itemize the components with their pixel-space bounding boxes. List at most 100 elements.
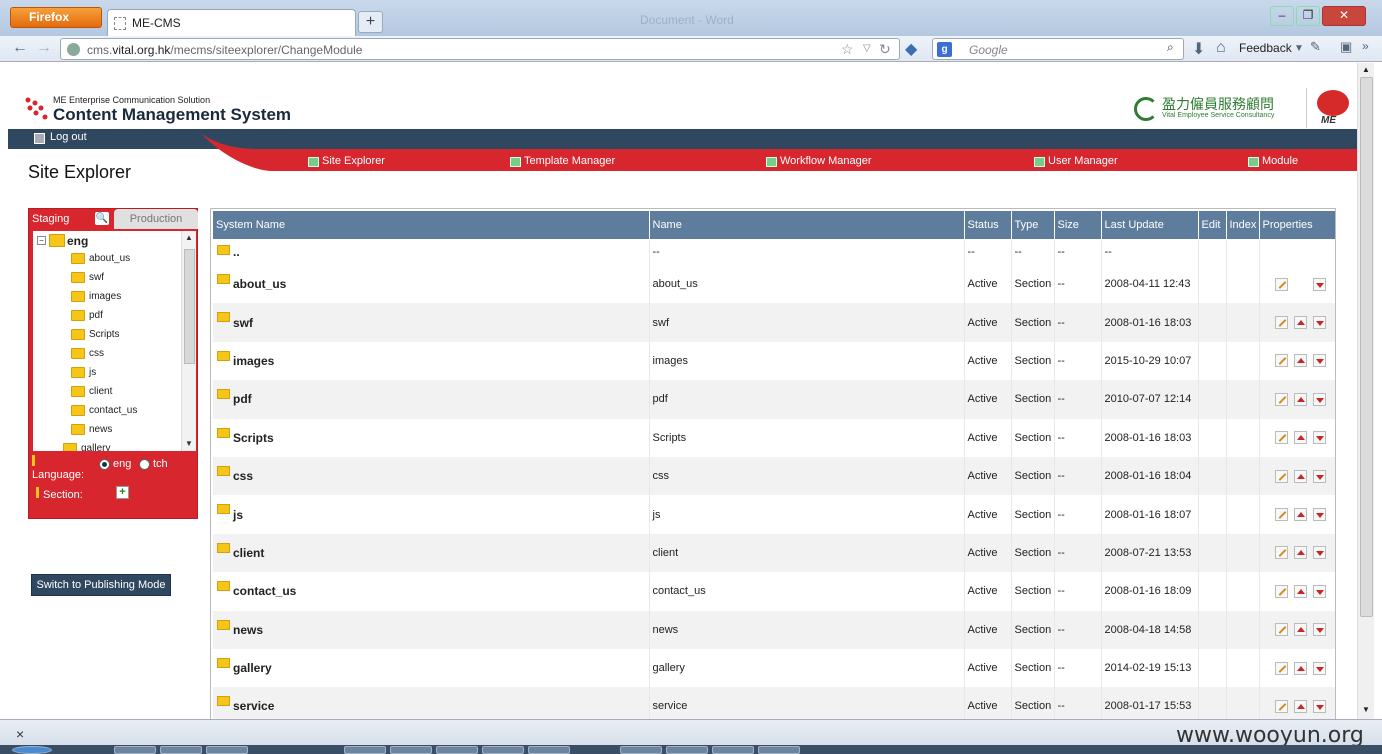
site-identity-icon[interactable] (67, 43, 80, 56)
table-row[interactable]: pdf pdf Active Section -- 2010-07-07 12:14 (213, 380, 1335, 419)
new-tab-button[interactable]: + (358, 11, 383, 33)
move-down-icon[interactable] (1312, 316, 1326, 330)
edit-properties-icon[interactable] (1274, 508, 1288, 522)
taskbar-button[interactable] (206, 746, 248, 754)
move-up-icon[interactable] (1293, 316, 1307, 330)
tree-root-eng[interactable]: − eng (37, 234, 88, 250)
taskbar-button[interactable] (390, 746, 432, 754)
menu-module[interactable]: Module (1248, 155, 1298, 167)
move-up-icon[interactable] (1293, 661, 1307, 675)
table-row[interactable]: images images Active Section -- 2015-10-29 10… (213, 341, 1335, 381)
taskbar-button[interactable] (712, 746, 754, 754)
close-window-icon[interactable]: ✕ (1322, 6, 1366, 26)
lang-tch-radio[interactable]: tch (139, 458, 168, 470)
table-row[interactable]: js js Active Section -- 2008-01-16 18:07 (213, 495, 1335, 534)
edit-properties-icon[interactable] (1274, 584, 1288, 598)
add-section-icon[interactable]: + (116, 486, 129, 499)
move-up-icon[interactable] (1293, 354, 1307, 368)
scroll-up-icon[interactable]: ▲ (185, 233, 193, 242)
page-scroll-thumb[interactable] (1360, 77, 1373, 617)
feedback-button[interactable]: Feedback (1239, 41, 1292, 55)
addon-bar-icon[interactable]: ▣ (1340, 39, 1352, 55)
cell-system-name[interactable]: service (213, 687, 650, 719)
move-down-icon[interactable] (1312, 431, 1326, 445)
table-row[interactable]: news news Active Section -- 2008-04-18 14:58 (213, 610, 1335, 649)
parent-folder-row[interactable]: .. -- -- -- -- -- (213, 239, 1335, 265)
restore-window-icon[interactable]: ❐ (1296, 6, 1320, 26)
home-icon[interactable]: ⌂ (1216, 39, 1226, 57)
cell-system-name[interactable]: .. (213, 239, 650, 265)
page-scrollbar[interactable]: ▲ ▼ (1357, 63, 1374, 719)
logout-link[interactable]: Log out (34, 131, 87, 144)
minimize-window-icon[interactable]: – (1270, 6, 1294, 26)
col-status[interactable]: Status (964, 211, 1012, 239)
taskbar-button[interactable] (114, 746, 156, 754)
search-magnifier-icon[interactable]: ⌕ (1167, 40, 1174, 55)
edit-properties-icon[interactable] (1274, 316, 1288, 330)
page-scroll-down-icon[interactable]: ▼ (1362, 705, 1370, 714)
move-down-icon[interactable] (1312, 584, 1326, 598)
move-down-icon[interactable] (1312, 623, 1326, 637)
switch-publishing-mode-button[interactable]: Switch to Publishing Mode (31, 574, 171, 596)
edit-properties-icon[interactable] (1274, 392, 1288, 406)
menu-template-manager[interactable]: Template Manager (510, 155, 615, 167)
col-type[interactable]: Type (1011, 211, 1055, 239)
cell-system-name[interactable]: about_us (213, 265, 650, 304)
cell-system-name[interactable]: client (213, 533, 650, 573)
table-row[interactable]: client client Active Section -- 2008-07-21 13… (213, 533, 1335, 573)
cell-system-name[interactable]: gallery (213, 648, 650, 688)
edit-properties-icon[interactable] (1274, 431, 1288, 445)
cell-system-name[interactable]: contact_us (213, 572, 650, 611)
cell-system-name[interactable]: Scripts (213, 418, 650, 457)
move-down-icon[interactable] (1312, 661, 1326, 675)
edit-properties-icon[interactable] (1274, 277, 1288, 291)
tab-production[interactable]: Production (114, 209, 198, 229)
col-system-name[interactable]: System Name (213, 211, 650, 239)
browser-tab[interactable]: ME-CMS (107, 9, 356, 36)
edit-properties-icon[interactable] (1274, 623, 1288, 637)
tree-scrollbar[interactable]: ▲ ▼ (181, 231, 196, 451)
table-row[interactable]: about_us about_us Active Section -- 2008-04-1… (213, 265, 1335, 304)
tree-item[interactable]: about_us (71, 251, 130, 268)
menu-site-explorer[interactable]: Site Explorer (308, 155, 385, 167)
taskbar-button[interactable] (620, 746, 662, 754)
taskbar-button[interactable] (482, 746, 524, 754)
move-down-icon[interactable] (1312, 277, 1326, 291)
edit-properties-icon[interactable] (1274, 546, 1288, 560)
tree-scroll-thumb[interactable] (184, 249, 195, 364)
history-dropdown-icon[interactable]: ▽ (863, 43, 871, 54)
address-bar[interactable]: cms.vital.org.hk/mecms/siteexplorer/Chan… (60, 38, 900, 60)
tree-item[interactable]: Scripts (71, 327, 120, 344)
move-up-icon[interactable] (1293, 508, 1307, 522)
toolbar-overflow-icon[interactable]: » (1362, 39, 1369, 53)
edit-properties-icon[interactable] (1274, 699, 1288, 713)
move-up-icon[interactable] (1293, 469, 1307, 483)
table-row[interactable]: contact_us contact_us Active Section -- 2008-… (213, 572, 1335, 611)
col-last-update[interactable]: Last Update (1101, 211, 1199, 239)
edit-properties-icon[interactable] (1274, 354, 1288, 368)
move-down-icon[interactable] (1312, 508, 1326, 522)
firefox-menu-button[interactable]: Firefox (10, 7, 102, 28)
tree-item[interactable]: swf (71, 270, 104, 287)
move-down-icon[interactable] (1312, 354, 1326, 368)
taskbar-button[interactable] (436, 746, 478, 754)
addon-icon[interactable]: ◆ (905, 39, 917, 59)
table-row[interactable]: Scripts Scripts Active Section -- 2008-01-16 … (213, 418, 1335, 457)
tree-item[interactable]: contact_us (71, 403, 137, 420)
move-down-icon[interactable] (1312, 469, 1326, 483)
move-down-icon[interactable] (1312, 699, 1326, 713)
tab-staging[interactable]: Staging 🔍 (29, 209, 113, 229)
page-scroll-up-icon[interactable]: ▲ (1362, 65, 1370, 74)
search-icon[interactable]: 🔍 (95, 212, 109, 225)
move-up-icon[interactable] (1293, 699, 1307, 713)
move-up-icon[interactable] (1293, 546, 1307, 560)
tools-icon[interactable]: ✎ (1310, 39, 1321, 55)
move-down-icon[interactable] (1312, 392, 1326, 406)
tree-item[interactable]: gallery (63, 441, 110, 451)
move-up-icon[interactable] (1293, 392, 1307, 406)
edit-properties-icon[interactable] (1274, 469, 1288, 483)
collapse-icon[interactable]: − (37, 236, 46, 245)
move-down-icon[interactable] (1312, 546, 1326, 560)
menu-user-manager[interactable]: User Manager (1034, 155, 1118, 167)
tree-item[interactable]: css (71, 346, 104, 363)
